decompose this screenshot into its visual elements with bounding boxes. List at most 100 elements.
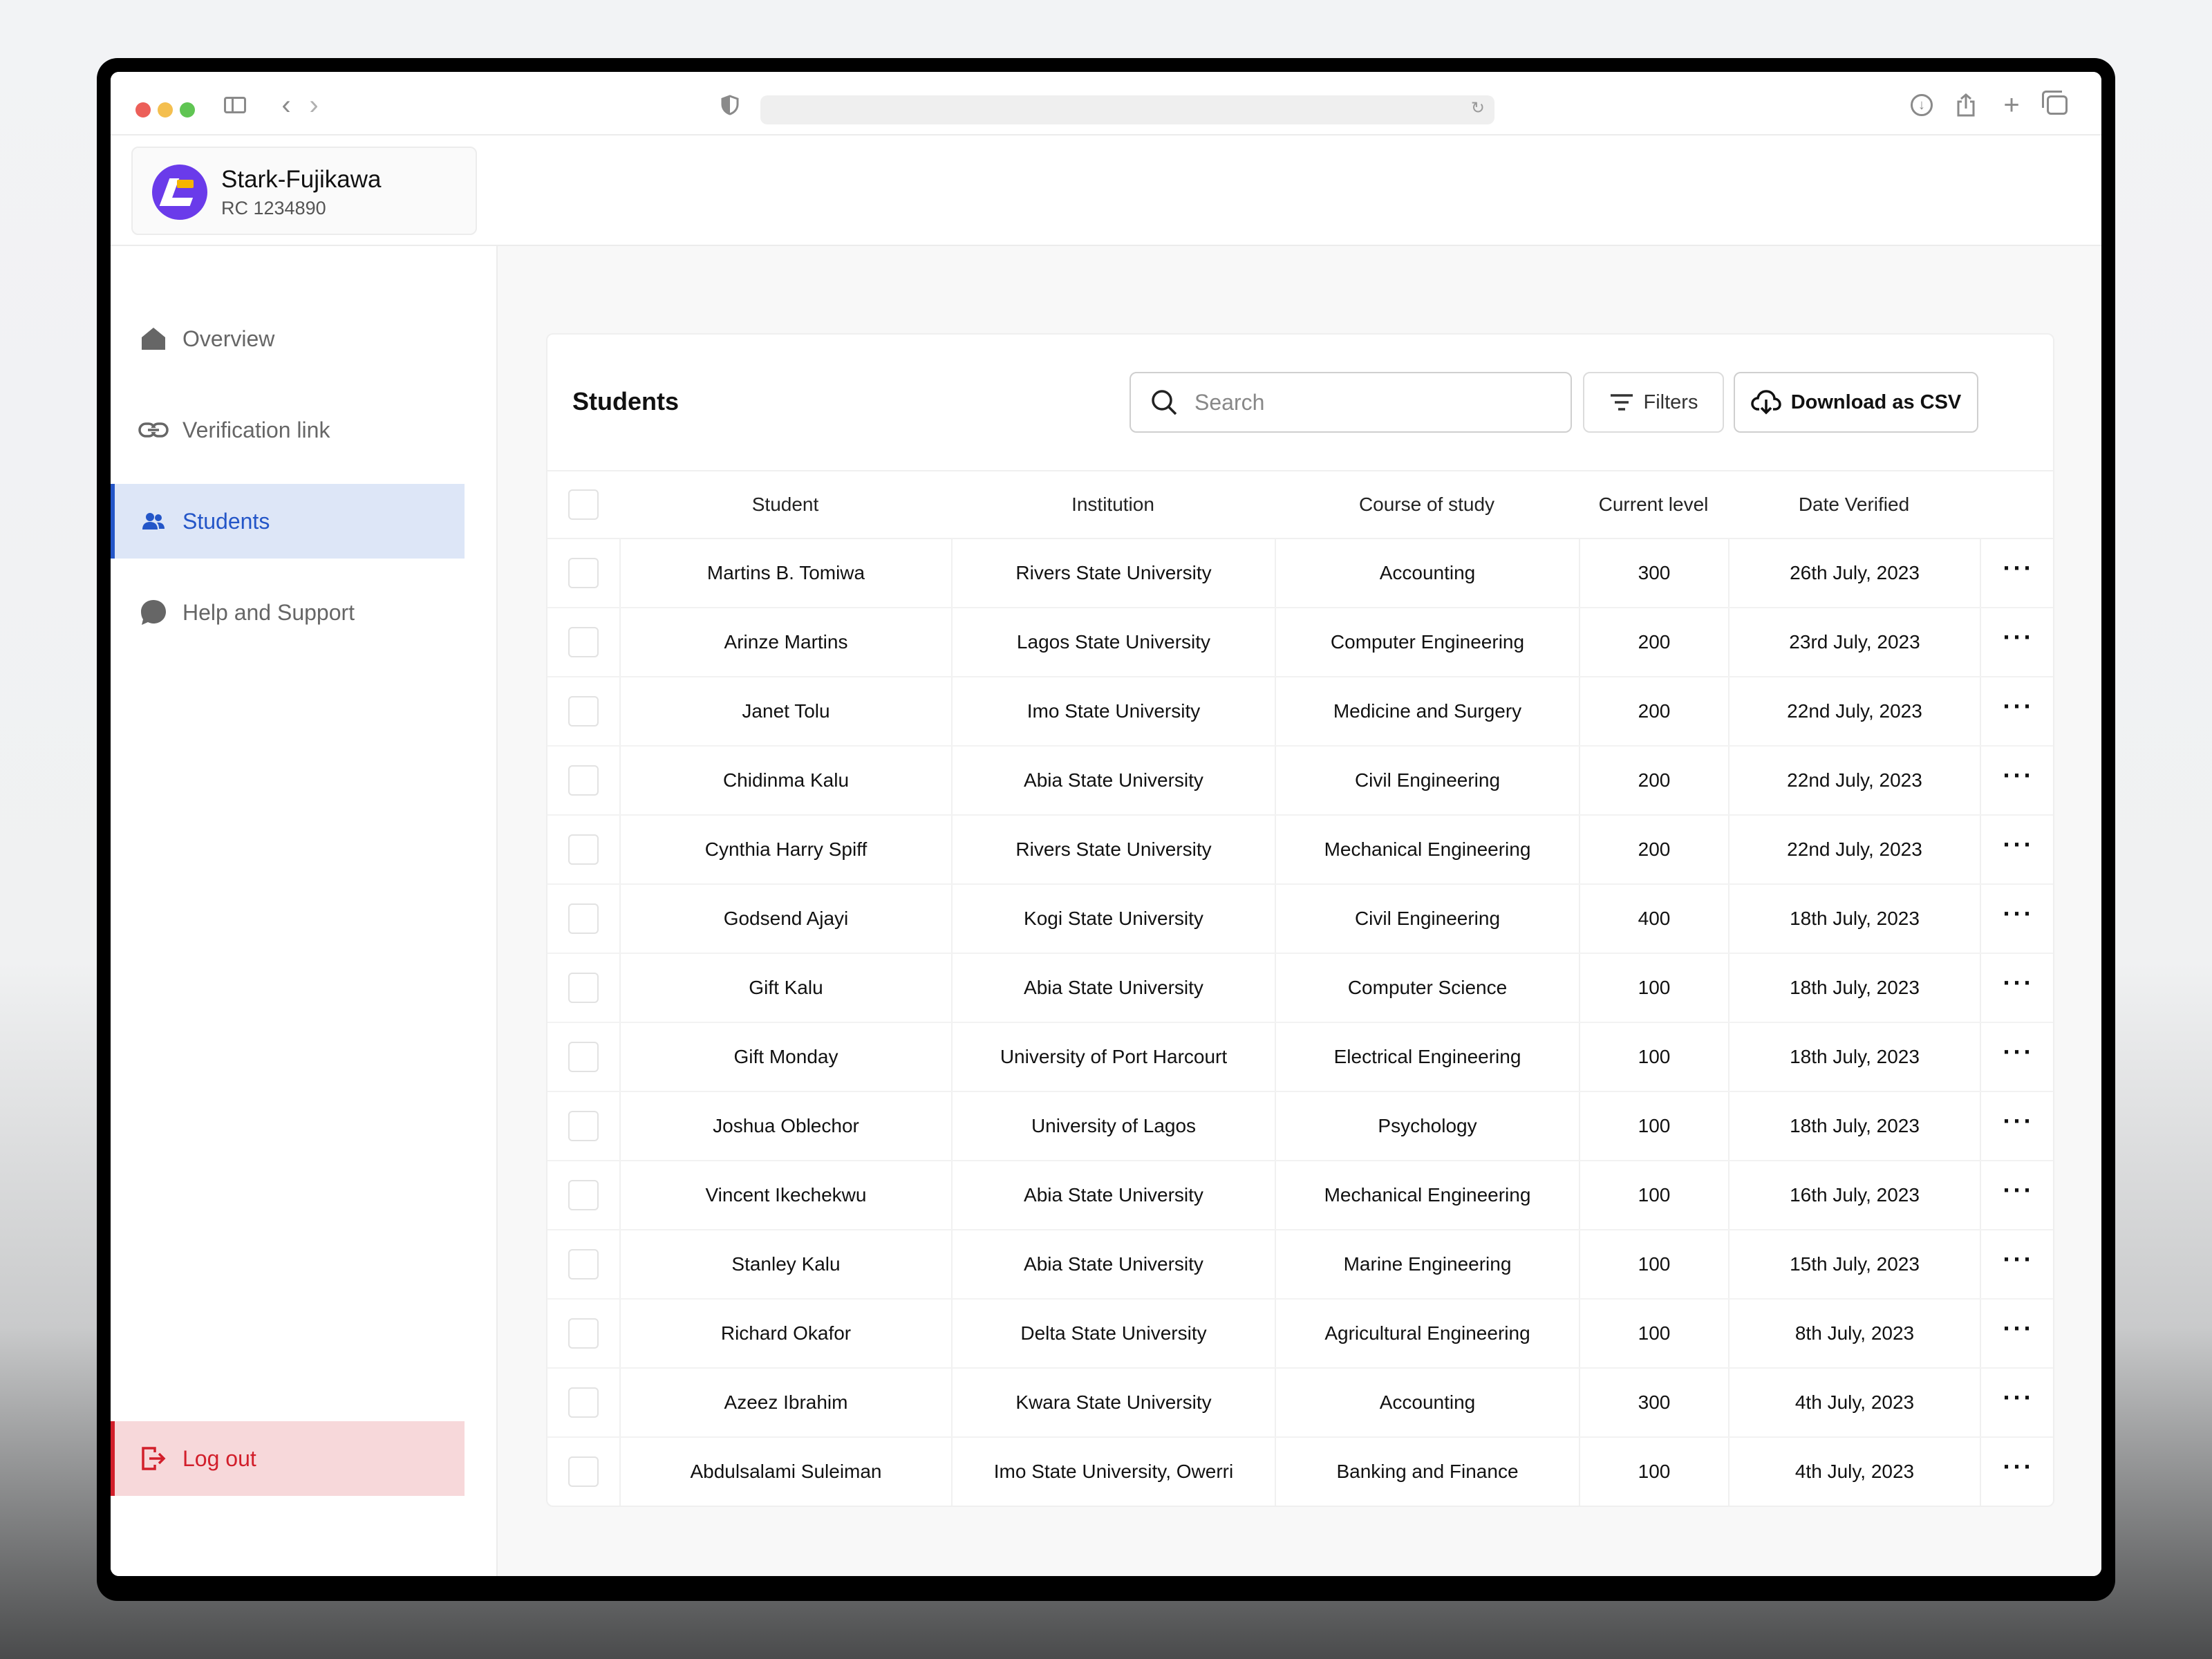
table-row[interactable]: Abdulsalami Suleiman Imo State University…: [547, 1438, 2053, 1506]
more-options-icon[interactable]: ···: [2003, 901, 2034, 936]
minimize-window-button[interactable]: [158, 102, 173, 118]
reload-icon[interactable]: ↻: [1471, 98, 1485, 118]
row-checkbox[interactable]: [568, 1180, 599, 1210]
forward-arrow-icon[interactable]: ›: [300, 90, 328, 120]
more-options-icon[interactable]: ···: [2003, 763, 2034, 798]
table-row[interactable]: Stanley Kalu Abia State University Marine …: [547, 1230, 2053, 1300]
more-options-icon[interactable]: ···: [2003, 1385, 2034, 1420]
row-checkbox[interactable]: [568, 1111, 599, 1141]
row-actions-cell: ···: [1980, 816, 2053, 883]
table-row[interactable]: Richard Okafor Delta State University Agri…: [547, 1300, 2053, 1369]
row-checkbox[interactable]: [568, 558, 599, 588]
row-checkbox-cell: [547, 1161, 619, 1229]
more-options-icon[interactable]: ···: [2003, 1109, 2034, 1143]
column-header-date-verified[interactable]: Date Verified: [1728, 471, 1980, 538]
downloads-icon[interactable]: ↓: [1908, 93, 1936, 118]
table-row[interactable]: Chidinma Kalu Abia State University Civil …: [547, 747, 2053, 816]
more-options-icon[interactable]: ···: [2003, 694, 2034, 729]
table-row[interactable]: Martins B. Tomiwa Rivers State University…: [547, 539, 2053, 608]
row-checkbox[interactable]: [568, 973, 599, 1003]
search-box[interactable]: [1130, 372, 1572, 433]
organization-switcher[interactable]: Stark-Fujikawa RC 1234890: [131, 147, 477, 235]
table-row[interactable]: Janet Tolu Imo State University Medicine a…: [547, 677, 2053, 747]
student-name-cell: Godsend Ajayi: [619, 885, 951, 953]
table-row[interactable]: Gift Kalu Abia State University Computer S…: [547, 954, 2053, 1023]
sidebar-item-overview[interactable]: Overview: [111, 301, 465, 376]
row-checkbox[interactable]: [568, 834, 599, 865]
column-header-level[interactable]: Current level: [1579, 471, 1728, 538]
more-options-icon[interactable]: ···: [2003, 971, 2034, 1005]
filters-button[interactable]: Filters: [1583, 372, 1724, 433]
table-row[interactable]: Azeez Ibrahim Kwara State University Accou…: [547, 1369, 2053, 1438]
row-checkbox[interactable]: [568, 1249, 599, 1280]
column-header-institution[interactable]: Institution: [951, 471, 1275, 538]
sidebar-toggle-icon[interactable]: [221, 93, 249, 118]
more-options-icon[interactable]: ···: [2003, 1178, 2034, 1212]
column-header-student[interactable]: Student: [619, 471, 951, 538]
row-checkbox-cell: [547, 954, 619, 1022]
search-icon: [1150, 388, 1178, 416]
institution-cell: Abia State University: [951, 1230, 1275, 1298]
app-header: Stark-Fujikawa RC 1234890: [111, 135, 2101, 246]
level-cell: 100: [1579, 1023, 1728, 1091]
table-row[interactable]: Gift Monday University of Port Harcourt El…: [547, 1023, 2053, 1092]
more-options-icon[interactable]: ···: [2003, 625, 2034, 659]
row-checkbox-cell: [547, 1092, 619, 1160]
institution-cell: Delta State University: [951, 1300, 1275, 1367]
date-verified-cell: 22nd July, 2023: [1728, 747, 1980, 814]
sidebar-item-students[interactable]: Students: [111, 484, 465, 559]
row-checkbox[interactable]: [568, 1456, 599, 1487]
shield-icon[interactable]: [716, 93, 744, 118]
more-options-icon[interactable]: ···: [2003, 1247, 2034, 1282]
row-checkbox[interactable]: [568, 1042, 599, 1072]
row-checkbox[interactable]: [568, 903, 599, 934]
new-tab-icon[interactable]: +: [1998, 90, 2025, 120]
table-row[interactable]: Vincent Ikechekwu Abia State University Me…: [547, 1161, 2053, 1230]
tab-overview-icon[interactable]: [2042, 91, 2071, 118]
row-checkbox-cell: [547, 1300, 619, 1367]
more-options-icon[interactable]: ···: [2003, 556, 2034, 590]
date-verified-cell: 15th July, 2023: [1728, 1230, 1980, 1298]
sidebar-item-help-and-support[interactable]: Help and Support: [111, 575, 465, 650]
row-checkbox[interactable]: [568, 1318, 599, 1349]
more-options-icon[interactable]: ···: [2003, 1040, 2034, 1074]
browser-toolbar: ‹ › ↻ ↓ +: [111, 72, 2101, 135]
course-cell: Civil Engineering: [1275, 747, 1579, 814]
institution-cell: Abia State University: [951, 954, 1275, 1022]
table-row[interactable]: Cynthia Harry Spiff Rivers State Universi…: [547, 816, 2053, 885]
select-all-cell: [547, 471, 619, 538]
column-header-course[interactable]: Course of study: [1275, 471, 1579, 538]
level-cell: 100: [1579, 1092, 1728, 1160]
more-options-icon[interactable]: ···: [2003, 1316, 2034, 1351]
maximize-window-button[interactable]: [180, 102, 195, 118]
date-verified-cell: 4th July, 2023: [1728, 1369, 1980, 1436]
institution-cell: Imo State University, Owerri: [951, 1438, 1275, 1506]
search-input[interactable]: [1194, 373, 1554, 431]
more-options-icon[interactable]: ···: [2003, 832, 2034, 867]
institution-cell: Abia State University: [951, 747, 1275, 814]
row-checkbox-cell: [547, 1023, 619, 1091]
row-checkbox[interactable]: [568, 765, 599, 796]
row-checkbox[interactable]: [568, 627, 599, 657]
close-window-button[interactable]: [135, 102, 151, 118]
more-options-icon[interactable]: ···: [2003, 1454, 2034, 1489]
download-csv-button[interactable]: Download as CSV: [1734, 372, 1978, 433]
sidebar-item-verification-link[interactable]: Verification link: [111, 393, 465, 467]
row-actions-cell: ···: [1980, 677, 2053, 745]
row-checkbox[interactable]: [568, 1387, 599, 1418]
level-cell: 200: [1579, 608, 1728, 676]
course-cell: Medicine and Surgery: [1275, 677, 1579, 745]
sidebar-item-label: Help and Support: [182, 599, 355, 625]
share-icon[interactable]: [1952, 93, 1980, 118]
select-all-checkbox[interactable]: [568, 489, 599, 520]
row-checkbox[interactable]: [568, 696, 599, 727]
table-row[interactable]: Arinze Martins Lagos State University Comp…: [547, 608, 2053, 677]
table-row[interactable]: Joshua Oblechor University of Lagos Psycho…: [547, 1092, 2053, 1161]
logout-button[interactable]: Log out: [111, 1421, 465, 1496]
sidebar-item-label: Overview: [182, 326, 275, 351]
row-checkbox-cell: [547, 747, 619, 814]
back-arrow-icon[interactable]: ‹: [272, 90, 300, 120]
address-bar[interactable]: ↻: [760, 95, 1494, 124]
course-cell: Computer Science: [1275, 954, 1579, 1022]
table-row[interactable]: Godsend Ajayi Kogi State University Civil …: [547, 885, 2053, 954]
